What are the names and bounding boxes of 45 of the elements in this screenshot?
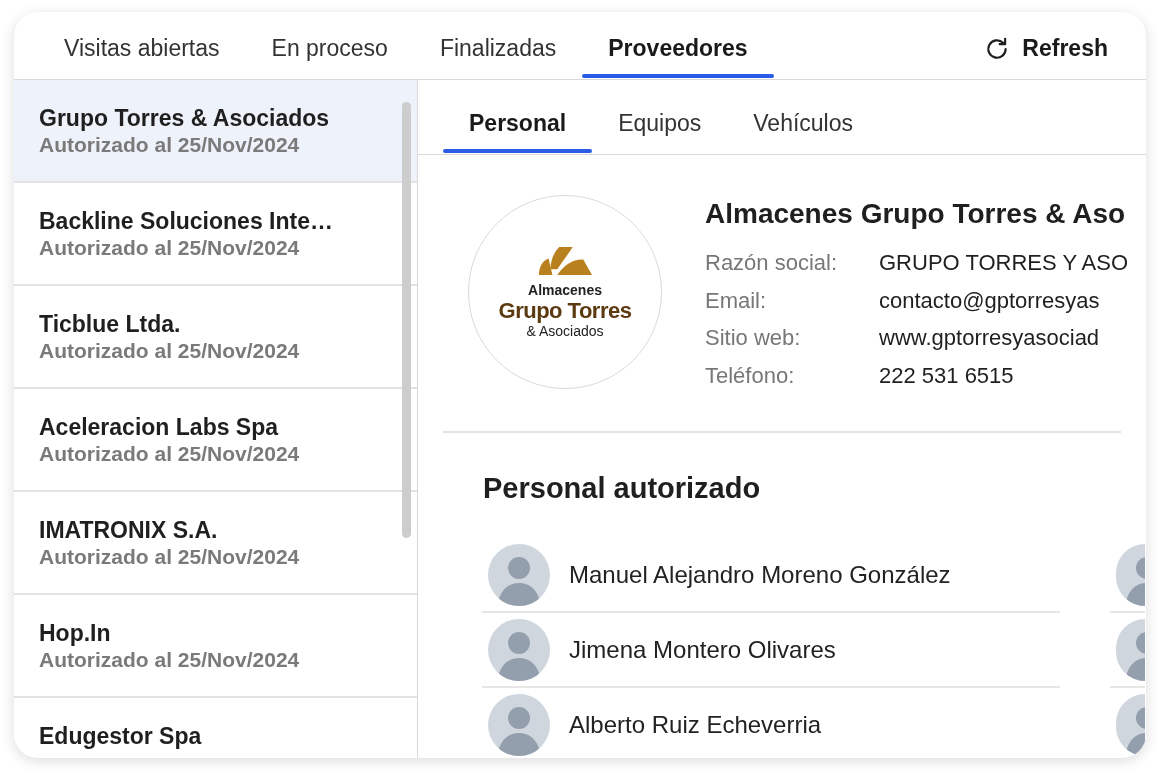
refresh-button[interactable]: Refresh	[984, 12, 1146, 79]
supplier-list-item[interactable]: Ticblue Ltda. Autorizado al 25/Nov/2024	[14, 286, 417, 389]
section-tab[interactable]: Equipos	[592, 80, 728, 154]
nav-tab[interactable]: Proveedores	[582, 12, 774, 79]
staff-name: Jimena Montero Olivares	[569, 636, 836, 664]
field-value: 222 531 6515	[879, 361, 1015, 390]
supplier-name: Aceleracion Labs Spa	[39, 412, 280, 441]
staff-name: Manuel Alejandro Moreno González	[569, 561, 951, 589]
nav-tab[interactable]: Visitas abiertas	[38, 12, 246, 79]
field-label: Sitio web:	[705, 324, 802, 352]
field-value: GRUPO TORRES Y ASO	[879, 249, 1128, 277]
nav-tab[interactable]: Finalizadas	[413, 12, 583, 79]
field-label: Razón social:	[705, 249, 839, 277]
supplier-name: Edugestor Spa	[39, 722, 203, 750]
supplier-name: Ticblue Ltda.	[39, 309, 182, 338]
supplier-name: IMATRONIX S.A.	[39, 515, 219, 544]
field-label: Email:	[705, 286, 768, 315]
authorization-date: Autorizado al 25/Nov/2024	[39, 440, 301, 467]
staff-name: Alberto Ruiz Echeverria	[569, 711, 822, 739]
section-tab[interactable]: Personal	[443, 80, 593, 154]
company-name: Almacenes Grupo Torres & Aso	[705, 197, 1127, 231]
logo-mark-icon	[538, 245, 592, 275]
logo-text: Grupo Torres	[498, 297, 632, 323]
supplier-list-item[interactable]: Aceleracion Labs Spa Autorizado al 25/Nov/2024	[14, 389, 417, 492]
supplier-list-item[interactable]: Grupo Torres & Asociados Autorizado al 25/Nov/2024	[14, 80, 417, 183]
supplier-name: Hop.In	[39, 618, 112, 647]
supplier-list-item[interactable]: Hop.In Autorizado al 25/Nov/2024	[14, 595, 417, 698]
authorization-date: Autorizado al 25/Nov/2024	[39, 337, 301, 364]
field-value: www.gptorresyasociad	[879, 324, 1101, 352]
authorization-date: Autorizado al 25/Nov/2024	[39, 543, 301, 570]
authorization-date: Autorizado al 25/Nov/2024	[39, 234, 301, 261]
authorization-date: Autorizado al 25/Nov/2024	[39, 131, 301, 158]
field-label: Teléfono:	[705, 361, 796, 390]
authorization-date: Autorizado al 25/Nov/2024	[39, 646, 301, 673]
section-tab[interactable]: Vehículos	[727, 80, 880, 154]
section-heading: Personal autorizado	[483, 471, 762, 505]
supplier-name: Grupo Torres & Asociados	[39, 103, 331, 132]
scrollbar-thumb[interactable]	[402, 102, 411, 538]
logo-text: & Asociados	[526, 322, 604, 339]
logo-text: Almacenes	[528, 281, 602, 298]
supplier-list-item[interactable]: Backline Soluciones Inte… Autorizado al 25/Nov/2024	[14, 183, 417, 286]
supplier-name: Backline Soluciones Inte…	[39, 206, 334, 235]
nav-tab[interactable]: En proceso	[245, 12, 414, 79]
supplier-list-item[interactable]: IMATRONIX S.A. Autorizado al 25/Nov/2024	[14, 492, 417, 595]
field-value: contacto@gptorresyas	[879, 286, 1101, 315]
